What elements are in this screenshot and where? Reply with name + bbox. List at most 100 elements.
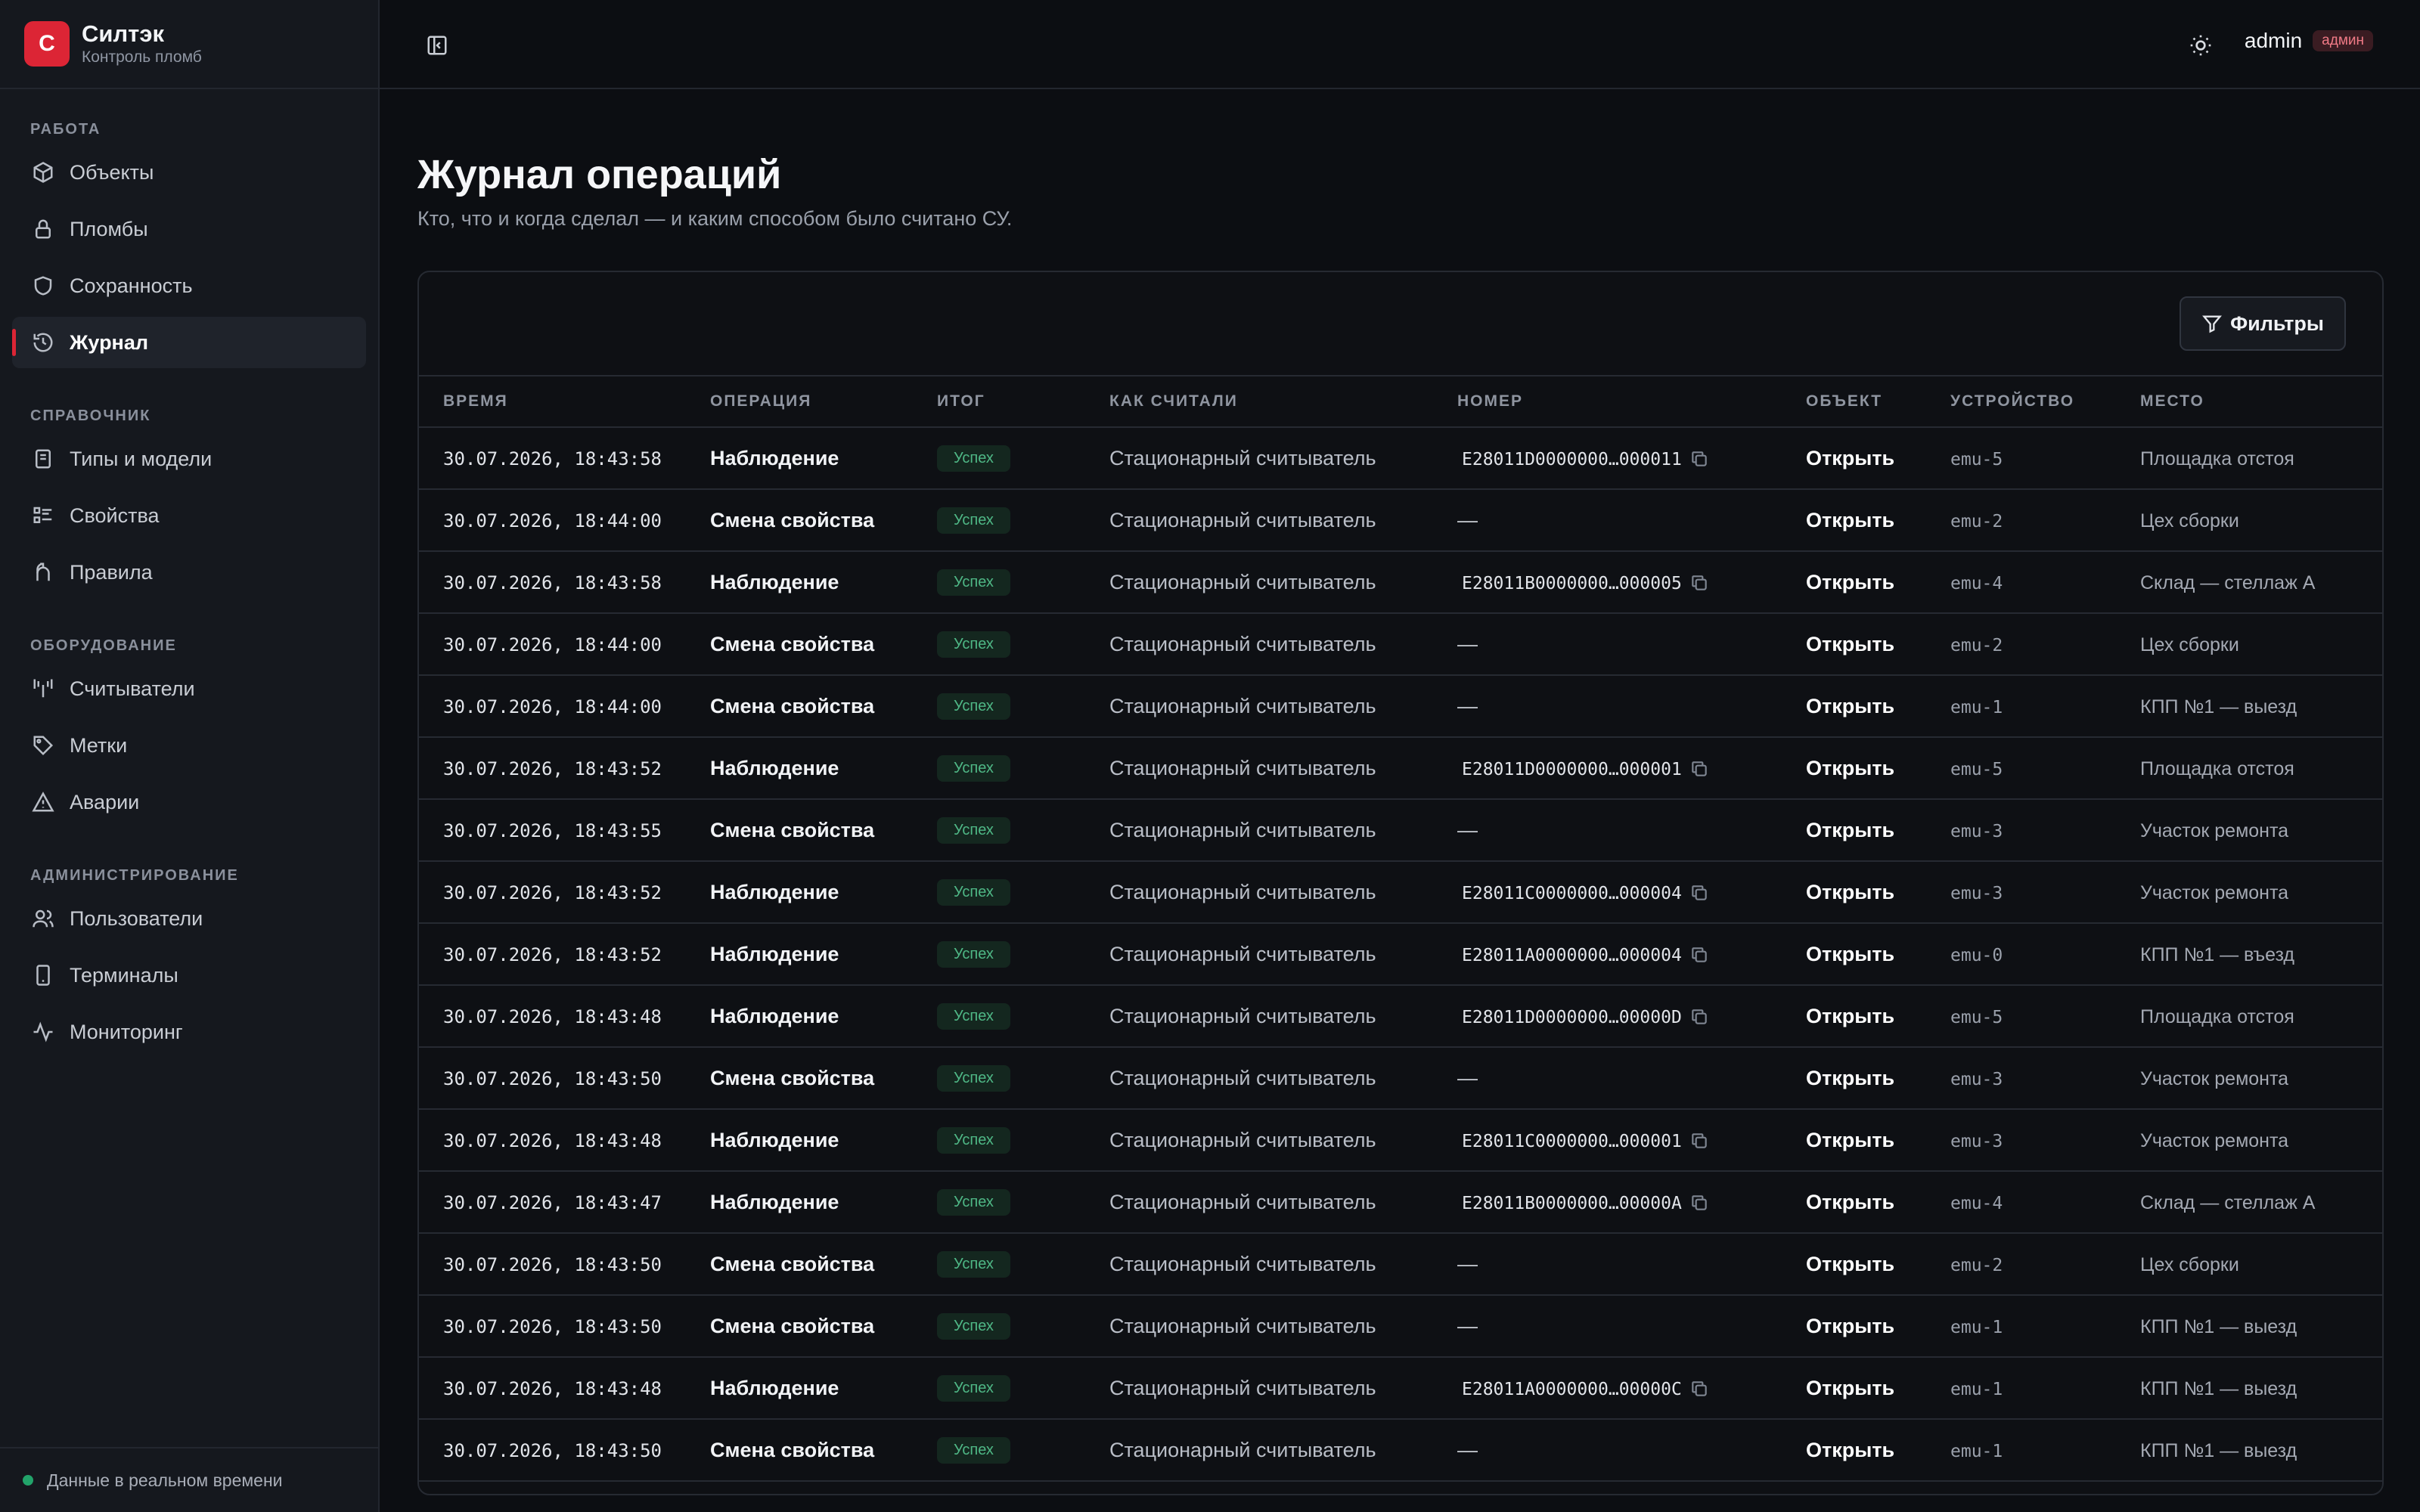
row-time-cell: 30.07.2026, 18:43:55 [419, 799, 710, 862]
copy-icon[interactable] [1689, 1007, 1709, 1027]
sidebar-item-users[interactable]: Пользователи [12, 893, 366, 944]
copy-icon[interactable] [1689, 1193, 1709, 1213]
copy-icon[interactable] [1689, 1379, 1709, 1399]
open-object-link[interactable]: Открыть [1806, 633, 1894, 655]
copy-icon[interactable] [1689, 1131, 1709, 1151]
row-number-cell: — [1457, 1047, 1806, 1110]
row-read-method: Стационарный считыватель [1109, 818, 1376, 841]
row-operation-cell: Наблюдение [710, 1171, 937, 1234]
row-device-cell: emu-3 [1950, 799, 2140, 862]
open-object-link[interactable]: Открыть [1806, 447, 1894, 469]
open-object-link[interactable]: Открыть [1806, 1191, 1894, 1213]
copy-icon[interactable] [1689, 449, 1709, 469]
user-menu[interactable]: admin админ [2245, 29, 2373, 53]
open-object-link[interactable]: Открыть [1806, 1439, 1894, 1461]
sidebar-item-cube[interactable]: Объекты [12, 147, 366, 198]
copy-icon[interactable] [1689, 945, 1709, 965]
row-operation-cell: Смена свойства [710, 489, 937, 552]
sidebar-item-antenna[interactable]: Считыватели [12, 663, 366, 714]
row-read-method: Стационарный считыватель [1109, 446, 1376, 469]
row-number: E28011A0000000…00000C [1462, 1379, 1682, 1399]
row-number-cell: — [1457, 799, 1806, 862]
status-badge-cell: Успех [937, 613, 1109, 676]
sidebar-item-label: Аварии [70, 790, 140, 813]
row-read-method-cell: Стационарный считыватель [1109, 1047, 1457, 1110]
row-device: emu-1 [1950, 1379, 2003, 1399]
row-operation: Смена свойства [710, 694, 875, 717]
open-object-link[interactable]: Открыть [1806, 757, 1894, 779]
open-object-link[interactable]: Открыть [1806, 1377, 1894, 1399]
nav-section-title: АДМИНИСТРИРОВАНИЕ [30, 867, 239, 884]
table-row: 30.07.2026, 18:43:52 Наблюдение Успех Стаци… [419, 861, 2382, 924]
row-device: emu-2 [1950, 635, 2003, 655]
sidebar-item-history[interactable]: Журнал [12, 317, 366, 368]
column-header: КАК СЧИТАЛИ [1109, 376, 1457, 428]
sidebar-item-activity[interactable]: Мониторинг [12, 1006, 366, 1058]
status-badge-cell: Успех [937, 923, 1109, 986]
row-device-cell: emu-1 [1950, 1295, 2140, 1358]
row-place-cell: КПП №1 — выезд [2140, 1357, 2382, 1420]
open-object-link[interactable]: Открыть [1806, 819, 1894, 841]
row-operation: Наблюдение [710, 446, 839, 469]
row-place-cell: КПП №1 — выезд [2140, 1419, 2382, 1482]
nav-section-title: СПРАВОЧНИК [30, 407, 151, 424]
sidebar-item-warning[interactable]: Аварии [12, 776, 366, 828]
open-object-link[interactable]: Открыть [1806, 943, 1894, 965]
filters-button[interactable]: Фильтры [2180, 296, 2346, 351]
open-object-link[interactable]: Открыть [1806, 1129, 1894, 1151]
open-object-link-cell: Открыть [1806, 1171, 1950, 1234]
row-read-method-cell: Стационарный считыватель [1109, 1481, 1457, 1494]
row-number-cell: — [1457, 1233, 1806, 1296]
sidebar-item-branch[interactable]: Правила [12, 547, 366, 598]
open-object-link[interactable]: Открыть [1806, 509, 1894, 531]
row-read-method-cell: Стационарный считыватель [1109, 861, 1457, 924]
status-badge-cell: Успех [937, 489, 1109, 552]
open-object-link[interactable]: Открыть [1806, 881, 1894, 903]
sidebar-item-tag[interactable]: Метки [12, 720, 366, 771]
brand[interactable]: С Силтэк Контроль пломб [0, 0, 378, 89]
copy-icon[interactable] [1689, 573, 1709, 593]
cube-icon [30, 160, 56, 185]
row-read-method: Стационарный считыватель [1109, 1128, 1376, 1151]
theme-toggle-button[interactable] [2186, 30, 2216, 60]
copy-icon[interactable] [1689, 883, 1709, 903]
branch-icon [30, 559, 56, 585]
row-number-cell: E28011B0000000…00000A [1457, 1171, 1806, 1234]
copy-icon[interactable] [1689, 759, 1709, 779]
open-object-link[interactable]: Открыть [1806, 1067, 1894, 1089]
sidebar-item-device[interactable]: Терминалы [12, 950, 366, 1001]
row-place: Участок ремонта [2140, 1129, 2289, 1151]
open-object-link[interactable]: Открыть [1806, 1005, 1894, 1027]
row-operation: Наблюдение [710, 880, 839, 903]
sidebar-item-book[interactable]: Типы и модели [12, 433, 366, 485]
sidebar-item-label: Правила [70, 560, 153, 584]
row-time: 30.07.2026, 18:43:48 [443, 1377, 662, 1399]
status-badge: Успех [937, 1375, 1010, 1402]
nav-section: АДМИНИСТРИРОВАНИЕ Пользователи Терминалы Мо… [12, 858, 366, 1058]
row-read-method-cell: Стационарный считыватель [1109, 1109, 1457, 1172]
row-time-cell: 30.07.2026, 18:43:50 [419, 1047, 710, 1110]
open-object-link[interactable]: Открыть [1806, 695, 1894, 717]
status-badge: Успех [937, 817, 1010, 844]
activity-icon [30, 1019, 56, 1045]
sidebar-toggle-button[interactable] [422, 30, 452, 60]
row-operation: Наблюдение [710, 942, 839, 965]
row-time: 30.07.2026, 18:43:50 [443, 1067, 662, 1089]
row-number-cell: — [1457, 1419, 1806, 1482]
row-device-cell: emu-1 [1950, 675, 2140, 738]
open-object-link[interactable]: Открыть [1806, 571, 1894, 593]
sidebar-item-lock[interactable]: Пломбы [12, 203, 366, 255]
row-read-method-cell: Стационарный считыватель [1109, 1357, 1457, 1420]
sidebar-item-label: Объекты [70, 160, 154, 184]
status-badge-cell: Успех [937, 1233, 1109, 1296]
open-object-link[interactable]: Открыть [1806, 1253, 1894, 1275]
sidebar-item-list[interactable]: Свойства [12, 490, 366, 541]
role-badge: админ [2313, 30, 2373, 51]
users-icon [30, 906, 56, 931]
row-number-cell: E28011A0000000…000007 [1457, 1481, 1806, 1494]
row-number: E28011D0000000…000011 [1462, 449, 1682, 469]
sidebar-item-shield[interactable]: Сохранность [12, 260, 366, 311]
row-read-method-cell: Стационарный считыватель [1109, 1419, 1457, 1482]
open-object-link[interactable]: Открыть [1806, 1315, 1894, 1337]
row-place-cell: КПП №1 — выезд [2140, 1481, 2382, 1494]
